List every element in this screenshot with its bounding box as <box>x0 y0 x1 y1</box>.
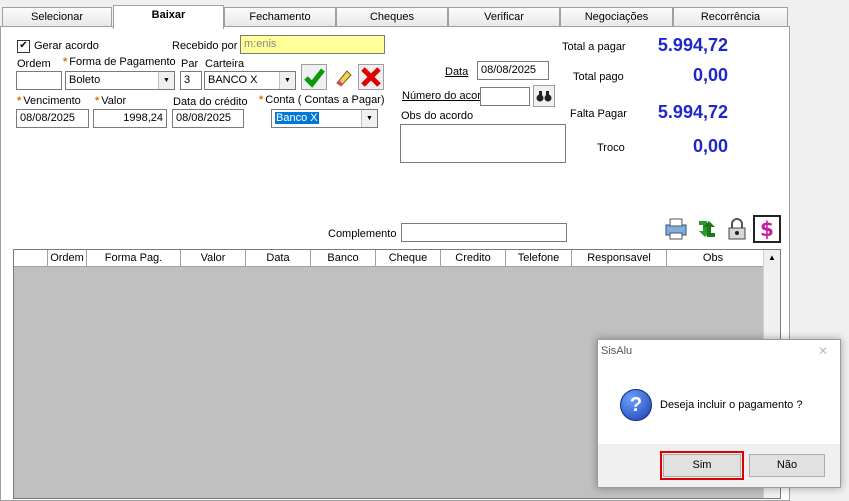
valor-field[interactable]: 1998,24 <box>93 109 167 128</box>
grid-header-cheque[interactable]: Cheque <box>376 250 441 266</box>
binoculars-icon <box>536 91 552 102</box>
par-label: Par <box>181 58 199 70</box>
chevron-down-icon: ▼ <box>279 72 295 89</box>
falta-pagar-label: Falta Pagar <box>570 108 627 120</box>
question-icon: ? <box>620 389 652 421</box>
tab-cheques[interactable]: Cheques <box>336 7 448 26</box>
obs-acordo-field[interactable] <box>400 124 566 163</box>
svg-text:$: $ <box>760 218 774 240</box>
valor-label: * Valor <box>95 95 127 107</box>
dialog-title: SisAlu <box>601 345 633 357</box>
grid-header-responsavel[interactable]: Responsavel <box>572 250 667 266</box>
dialog-message: Deseja incluir o pagamento ? <box>660 399 803 411</box>
checkmark-icon <box>304 68 325 88</box>
data-field[interactable]: 08/08/2025 <box>477 61 549 80</box>
eraser-icon <box>336 70 352 87</box>
numero-acordo-field[interactable] <box>480 87 530 106</box>
grid-header-forma-pag[interactable]: Forma Pag. <box>87 250 181 266</box>
confirm-button[interactable] <box>301 64 327 90</box>
tab-negociacoes[interactable]: Negociações <box>560 7 673 26</box>
close-icon <box>361 67 381 87</box>
complemento-label: Complemento <box>328 228 397 240</box>
tab-label: Baixar <box>151 9 186 21</box>
grid-header: Ordem Forma Pag. Valor Data Banco Cheque… <box>14 250 765 267</box>
recebido-por-label: Recebido por <box>172 40 238 52</box>
total-pago-value: 0,00 <box>692 65 728 85</box>
tab-baixar[interactable]: Baixar <box>113 5 224 29</box>
refresh-button[interactable] <box>693 215 721 243</box>
grid-header-credito[interactable]: Credito <box>441 250 506 266</box>
falta-pagar-value: 5.994,72 <box>657 102 728 122</box>
eraser-button[interactable] <box>330 64 356 90</box>
print-button[interactable] <box>662 215 690 243</box>
forma-pagamento-select[interactable]: Boleto ▼ <box>65 71 175 90</box>
forma-pagamento-label: * Forma de Pagamento <box>63 56 176 68</box>
total-pago-label: Total pago <box>573 71 624 83</box>
conta-select[interactable]: Banco X ▼ <box>271 109 378 128</box>
grid-header-data[interactable]: Data <box>246 250 311 266</box>
printer-icon <box>665 218 687 240</box>
cancel-button[interactable] <box>358 64 384 90</box>
tab-selecionar[interactable]: Selecionar <box>2 7 112 26</box>
dollar-icon: $ <box>760 218 774 240</box>
vencimento-label: * Vencimento <box>17 95 81 107</box>
scroll-up-icon[interactable]: ▲ <box>764 250 780 266</box>
complemento-field[interactable] <box>401 223 567 242</box>
chevron-down-icon: ▼ <box>361 110 377 127</box>
vencimento-field[interactable]: 08/08/2025 <box>16 109 89 128</box>
confirm-dialog: SisAlu ✕ ? Deseja incluir o pagamento ? … <box>597 339 841 488</box>
data-credito-field[interactable]: 08/08/2025 <box>172 109 244 128</box>
dialog-close-button[interactable]: ✕ <box>818 344 828 358</box>
troco-label: Troco <box>597 142 625 154</box>
total-pagar-label: Total a pagar <box>562 41 626 53</box>
grid-header-obs[interactable]: Obs <box>667 250 759 266</box>
payment-button[interactable]: $ <box>753 215 781 243</box>
grid-header-valor[interactable]: Valor <box>181 250 246 266</box>
no-button[interactable]: Não <box>749 454 825 477</box>
tab-label: Cheques <box>369 11 415 23</box>
par-field[interactable]: 3 <box>180 71 202 90</box>
tab-recorrencia[interactable]: Recorrência <box>673 7 788 26</box>
grid-header-indicator <box>14 250 48 266</box>
carteira-label: Carteira <box>205 58 245 70</box>
lock-icon <box>728 218 746 240</box>
tab-label: Recorrência <box>700 11 761 23</box>
tab-label: Fechamento <box>249 11 311 23</box>
conta-label: * Conta ( Contas a Pagar) <box>259 94 385 106</box>
numero-acordo-label: Número do acor <box>402 90 481 102</box>
grid-header-ordem[interactable]: Ordem <box>48 250 87 266</box>
grid-header-banco[interactable]: Banco <box>311 250 376 266</box>
data-credito-label: Data do crédito <box>173 96 248 108</box>
carteira-select[interactable]: BANCO X ▼ <box>204 71 296 90</box>
tab-fechamento[interactable]: Fechamento <box>224 7 336 26</box>
tab-label: Selecionar <box>31 11 83 23</box>
ordem-field[interactable] <box>16 71 62 90</box>
recebido-por-field[interactable]: m:enis <box>240 35 385 54</box>
search-acordo-button[interactable] <box>533 85 555 107</box>
tab-verificar[interactable]: Verificar <box>448 7 560 26</box>
grid-header-telefone[interactable]: Telefone <box>506 250 572 266</box>
tab-label: Negociações <box>584 11 649 23</box>
ordem-label: Ordem <box>17 58 51 70</box>
yes-button[interactable]: Sim <box>660 451 744 480</box>
tab-label: Verificar <box>484 11 524 23</box>
obs-acordo-label: Obs do acordo <box>401 110 474 122</box>
gerar-acordo-checkbox[interactable]: ✔ <box>17 40 30 53</box>
gerar-acordo-label: Gerar acordo <box>34 40 99 52</box>
lock-button[interactable] <box>724 215 750 243</box>
refresh-arrows-icon <box>699 221 715 237</box>
troco-value: 0,00 <box>692 136 728 156</box>
dialog-footer: Sim Não <box>598 444 840 487</box>
chevron-down-icon: ▼ <box>158 72 174 89</box>
data-label: Data <box>445 66 469 78</box>
total-pagar-value: 5.994,72 <box>657 35 728 55</box>
